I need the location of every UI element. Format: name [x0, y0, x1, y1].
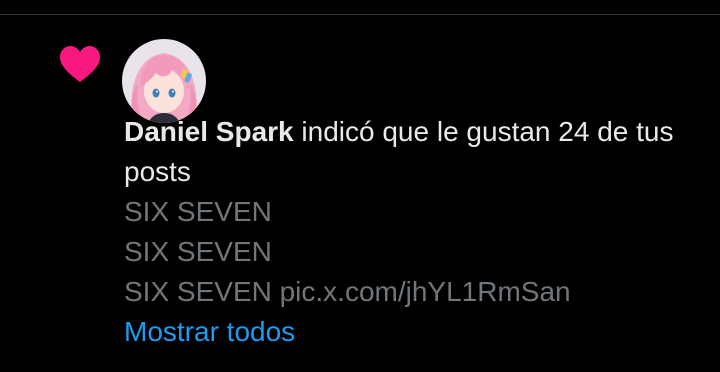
- post-preview-line-2: SIX SEVEN: [124, 236, 272, 267]
- post-preview-line-1: SIX SEVEN: [124, 196, 272, 227]
- post-preview-line-3: SIX SEVEN pic.x.com/jhYL1RmSan: [124, 276, 571, 307]
- avatar[interactable]: [122, 39, 206, 123]
- notification-content: Daniel Spark indicó que le gustan 24 de …: [124, 112, 704, 352]
- heart-icon: [60, 46, 100, 82]
- show-all-link[interactable]: Mostrar todos: [124, 312, 704, 352]
- like-notification[interactable]: Daniel Spark indicó que le gustan 24 de …: [0, 0, 720, 372]
- user-name-link[interactable]: Daniel Spark: [124, 116, 294, 147]
- avatar-image: [122, 39, 206, 123]
- notification-headline: Daniel Spark indicó que le gustan 24 de …: [124, 112, 704, 192]
